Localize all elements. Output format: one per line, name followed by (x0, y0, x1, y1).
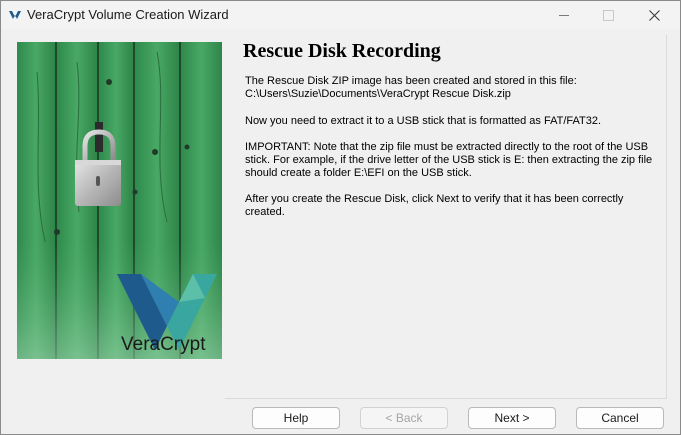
page-title: Rescue Disk Recording (243, 40, 441, 62)
maximize-button (585, 1, 631, 29)
minimize-icon (559, 14, 569, 16)
title-bar[interactable]: VeraCrypt Volume Creation Wizard (1, 1, 680, 29)
veracrypt-logo-text: VeraCrypt (121, 334, 206, 355)
next-instruction-text: After you create the Rescue Disk, click … (245, 193, 624, 218)
rescue-disk-path-text: The Rescue Disk ZIP image has been creat… (245, 75, 577, 100)
close-icon (648, 9, 660, 21)
important-note-text: IMPORTANT: Note that the zip file must b… (245, 141, 653, 179)
main-content: Rescue Disk Recording The Rescue Disk ZI… (243, 39, 663, 218)
maximize-icon (602, 9, 614, 21)
veracrypt-app-icon (8, 8, 22, 22)
close-button[interactable] (631, 1, 677, 29)
wizard-window: VeraCrypt Volume Creation Wizard VeraCry… (0, 0, 681, 435)
back-button[interactable]: < Back (360, 407, 448, 429)
next-button[interactable]: Next > (468, 407, 556, 429)
window-title: VeraCrypt Volume Creation Wizard (27, 7, 229, 22)
help-button[interactable]: Help (252, 407, 340, 429)
usb-instruction-text: Now you need to extract it to a USB stic… (245, 115, 602, 127)
minimize-button[interactable] (541, 1, 587, 29)
cancel-button[interactable]: Cancel (576, 407, 664, 429)
side-banner-image: VeraCrypt (17, 42, 222, 359)
